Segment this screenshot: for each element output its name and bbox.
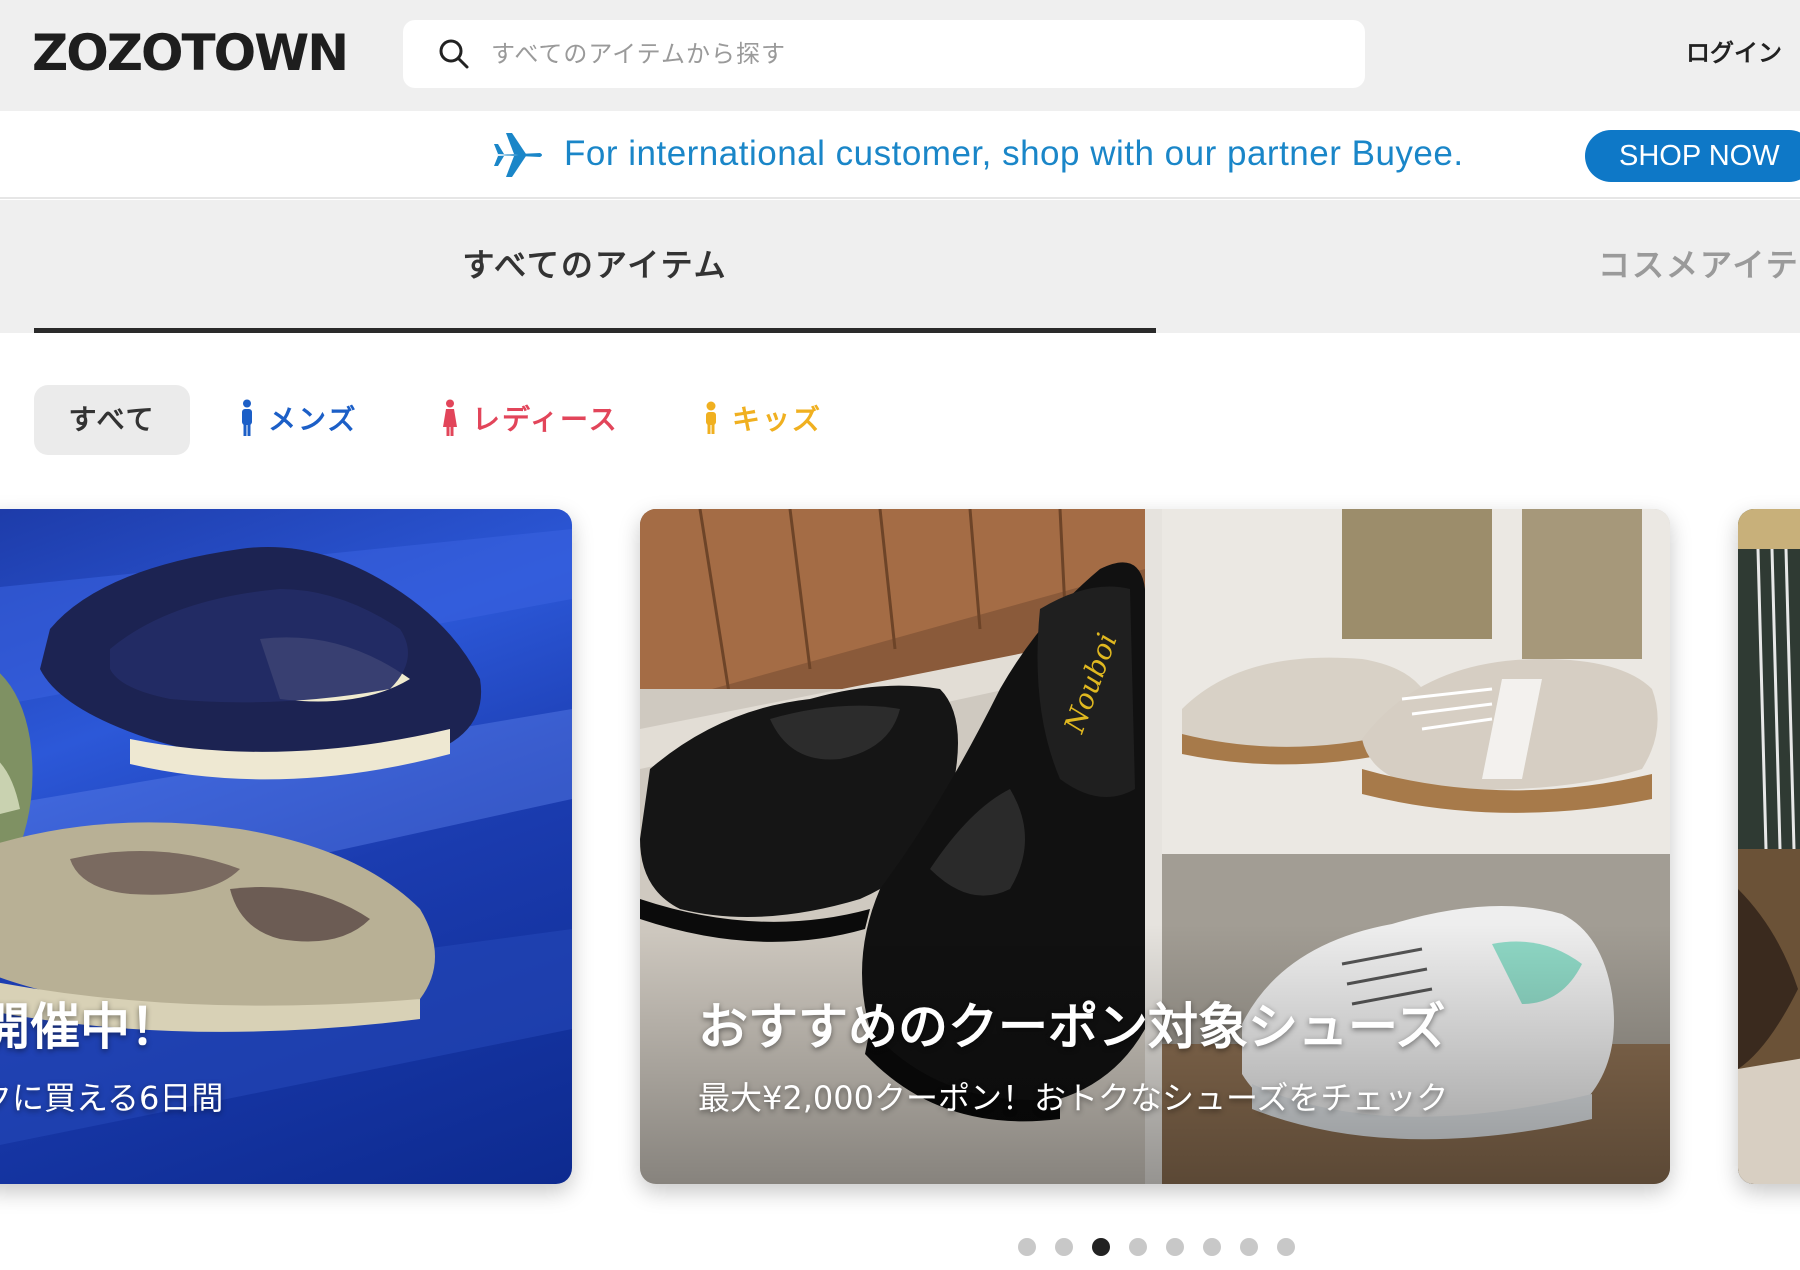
filter-men[interactable]: メンズ: [240, 385, 357, 455]
carousel-dot-8[interactable]: [1277, 1238, 1295, 1256]
beige-sneaker-image: [1182, 509, 1658, 813]
international-banner[interactable]: For international customer, shop with ou…: [0, 111, 1800, 199]
tab-cosme-items[interactable]: コスメアイテ: [1598, 200, 1800, 330]
ladies-person-icon: [443, 399, 457, 436]
shop-now-button[interactable]: SHOP NOW: [1585, 130, 1800, 182]
filter-men-label: メンズ: [268, 403, 358, 436]
category-tabs: すべてのアイテム コスメアイテ: [0, 200, 1800, 333]
men-person-icon: [242, 399, 252, 436]
filter-all[interactable]: すべて: [34, 385, 190, 455]
gender-filter: すべて メンズ レディース キッズ: [0, 385, 1800, 455]
carousel-dot-3[interactable]: [1092, 1238, 1110, 1256]
international-message: For international customer, shop with ou…: [564, 134, 1464, 173]
tab-active-indicator: [34, 328, 1156, 333]
slide-prev-title: 開催中！: [0, 998, 180, 1056]
sneaker-panel-top: [1162, 509, 1670, 854]
search-icon: [439, 39, 469, 69]
airplane-icon: [494, 133, 542, 177]
carousel-dot-4[interactable]: [1129, 1238, 1147, 1256]
slide-prev-subtitle: クに買える6日間: [0, 1079, 224, 1117]
filter-kids[interactable]: キッズ: [704, 385, 822, 455]
site-header: ZOZOTOWN すべてのアイテムから探す ログイン: [0, 0, 1800, 111]
filter-kids-label: キッズ: [732, 403, 823, 436]
carousel-dot-7[interactable]: [1240, 1238, 1258, 1256]
carousel-slide-prev[interactable]: 開催中！ クに買える6日間: [0, 509, 572, 1184]
search-placeholder: すべてのアイテムから探す: [491, 40, 786, 68]
kids-person-icon: [706, 401, 716, 434]
carousel-dot-5[interactable]: [1166, 1238, 1184, 1256]
carousel-slide-next[interactable]: [1738, 509, 1800, 1184]
carousel-slide-active[interactable]: Nouboi おすすめのクーポン対象シューズ 最大¥2,000クーポン！おトクな…: [640, 509, 1670, 1184]
filter-ladies[interactable]: レディース: [442, 385, 619, 455]
tab-all-items[interactable]: すべてのアイテム: [34, 200, 1156, 333]
carousel-dot-2[interactable]: [1055, 1238, 1073, 1256]
slide-active-title: おすすめのクーポン対象シューズ: [698, 998, 1446, 1056]
carousel-dot-1[interactable]: [1018, 1238, 1036, 1256]
filter-ladies-label: レディース: [472, 403, 619, 436]
search-input[interactable]: すべてのアイテムから探す: [403, 20, 1365, 88]
tracksuit-image: [1738, 509, 1800, 1184]
slide-active-subtitle: 最大¥2,000クーポン！おトクなシューズをチェック: [698, 1079, 1449, 1117]
login-link[interactable]: ログイン: [1686, 0, 1782, 106]
zozotown-logo[interactable]: ZOZOTOWN: [32, 24, 349, 82]
carousel-dot-6[interactable]: [1203, 1238, 1221, 1256]
